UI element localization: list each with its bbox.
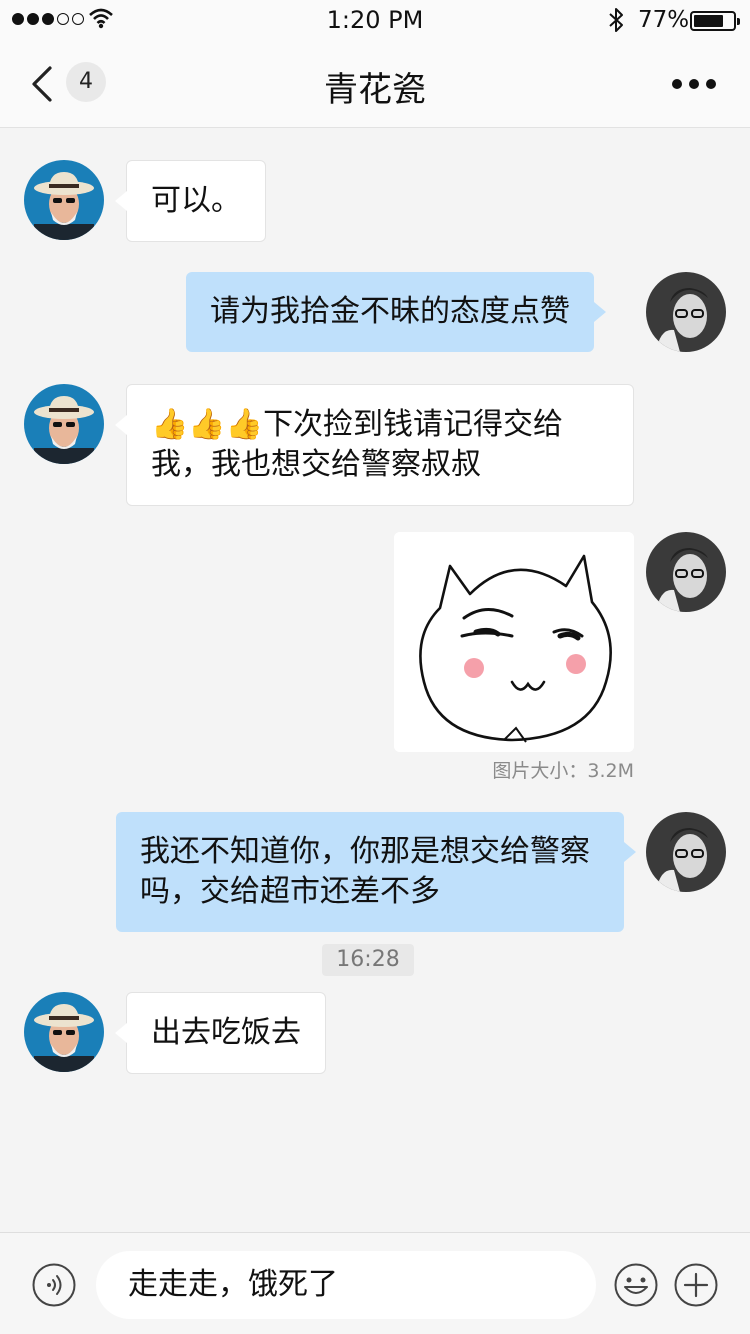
thumbs-up-emoji: 👍👍👍 [151,407,264,442]
smiley-icon[interactable] [614,1263,658,1307]
timestamp-separator: 16:28 [322,944,414,976]
voice-icon[interactable] [32,1263,76,1307]
image-size-caption: 图片大小：3.2M [492,760,634,782]
user-avatar[interactable] [646,812,726,892]
image-message[interactable] [394,532,634,752]
user-avatar[interactable] [646,532,726,612]
user-avatar[interactable] [646,272,726,352]
message-text: 我还不知道你，你那是想交给警察吗，交给超市还差不多 [140,834,590,909]
input-bar: 走走走，饿死了 [0,1232,750,1334]
message-bubble-outgoing[interactable]: 请为我拾金不昧的态度点赞 [186,272,606,352]
message-text: 可以。 [151,183,241,218]
status-bar: 1:20 PM 77% [0,0,750,40]
battery-percentage: 77% [638,7,690,33]
message-input[interactable]: 走走走，饿死了 [96,1251,596,1319]
bluetooth-icon [609,8,623,32]
battery-icon [690,11,740,31]
message-bubble-incoming[interactable]: 出去吃饭去 [115,992,326,1074]
contact-avatar[interactable] [24,160,104,240]
chat-title: 青花瓷 [324,70,426,110]
cat-sticker-image [394,532,634,752]
nav-bar: 4 青花瓷 [0,40,750,128]
more-dots-icon[interactable] [672,76,722,92]
message-bubble-incoming[interactable]: 可以。 [115,160,266,242]
contact-avatar[interactable] [24,384,104,464]
contact-avatar[interactable] [24,992,104,1072]
plus-icon[interactable] [674,1263,718,1307]
message-text: 出去吃饭去 [151,1015,301,1050]
message-bubble-incoming[interactable]: 👍👍👍下次捡到钱请记得交给我，我也想交给警察叔叔 [115,384,634,506]
message-bubble-outgoing[interactable]: 我还不知道你，你那是想交给警察吗，交给超市还差不多 [116,812,636,932]
message-text: 请为我拾金不昧的态度点赞 [210,294,570,329]
